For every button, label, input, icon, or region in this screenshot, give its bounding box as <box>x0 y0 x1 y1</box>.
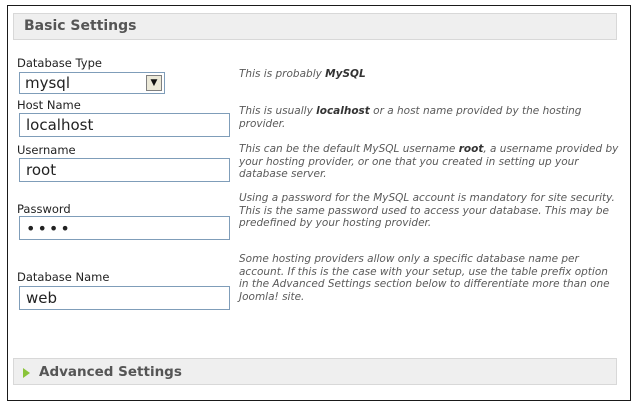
password-input[interactable] <box>19 216 230 240</box>
host-name-input[interactable] <box>19 113 230 137</box>
section-title: Basic Settings <box>24 18 137 34</box>
database-name-input[interactable] <box>19 286 230 310</box>
chevron-down-icon[interactable]: ▼ <box>146 75 162 91</box>
advanced-settings-toggle[interactable]: Advanced Settings <box>13 358 617 385</box>
host-name-help: This is usually localhost or a host name… <box>239 105 582 130</box>
triangle-right-icon <box>23 368 30 378</box>
database-type-value: mysql <box>25 74 70 92</box>
advanced-settings-label: Advanced Settings <box>39 364 182 380</box>
username-input[interactable] <box>19 158 230 182</box>
database-type-select[interactable]: mysql ▼ <box>19 72 165 94</box>
password-label: Password <box>17 202 71 216</box>
database-name-help: Some hosting providers allow only a spec… <box>239 253 610 303</box>
basic-settings-header: Basic Settings <box>13 13 617 40</box>
database-type-label: Database Type <box>17 56 102 70</box>
username-help: This can be the default MySQL username r… <box>239 143 619 180</box>
password-help: Using a password for the MySQL account i… <box>239 192 615 229</box>
host-name-label: Host Name <box>17 98 81 112</box>
username-label: Username <box>17 143 76 157</box>
database-name-label: Database Name <box>17 270 110 284</box>
database-type-help: This is probably MySQL <box>239 68 366 80</box>
